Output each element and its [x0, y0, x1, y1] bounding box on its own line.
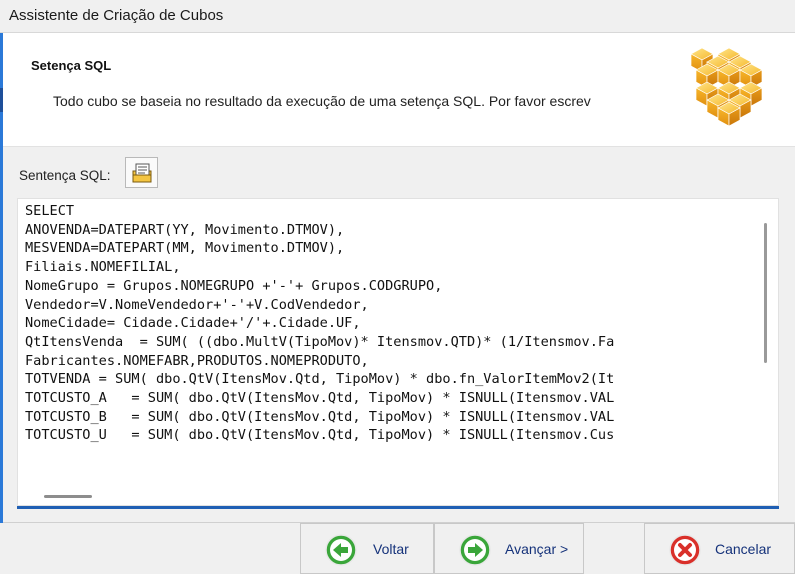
sql-label: Sentença SQL: [19, 168, 111, 183]
cancel-label: Cancelar [715, 541, 772, 557]
code-line: QtItensVenda = SUM( ((dbo.MultV(TipoMov)… [25, 333, 615, 350]
window-title: Assistente de Criação de Cubos [9, 7, 224, 24]
next-button[interactable]: Avançar > [434, 523, 584, 574]
code-line: Vendedor=V.NomeVendedor+'-'+V.CodVendedo… [25, 296, 369, 313]
wizard-header: Setença SQL Todo cubo se baseia no resul… [3, 33, 795, 147]
vertical-scrollbar[interactable] [764, 223, 767, 363]
code-line: MESVENDA=DATEPART(MM, Movimento.DTMOV), [25, 240, 345, 257]
editor-accent-line [17, 506, 779, 509]
code-line: NomeCidade= Cidade.Cidade+'/'+.Cidade.UF… [25, 315, 361, 332]
edit-document-icon [132, 163, 152, 183]
next-label: Avançar > [505, 541, 569, 557]
back-label: Voltar [373, 541, 409, 557]
sql-editor-button[interactable] [125, 157, 158, 188]
arrow-left-icon [325, 534, 357, 566]
code-line: Fabricantes.NOMEFABR,PRODUTOS.NOMEPRODUT… [25, 352, 369, 369]
code-line: TOTCUSTO_U = SUM( dbo.QtV(ItensMov.Qtd, … [25, 427, 615, 444]
step-description: Todo cubo se baseia no resultado da exec… [53, 93, 591, 109]
code-line: Filiais.NOMEFILIAL, [25, 259, 181, 276]
code-line: ANOVENDA=DATEPART(YY, Movimento.DTMOV), [25, 221, 345, 238]
cube-icon [691, 48, 763, 126]
code-line: NomeGrupo = Grupos.NOMEGRUPO +'-'+ Grupo… [25, 277, 443, 294]
back-button[interactable]: Voltar [300, 523, 434, 574]
title-bar[interactable]: Assistente de Criação de Cubos [0, 0, 795, 33]
code-line: TOTCUSTO_A = SUM( dbo.QtV(ItensMov.Qtd, … [25, 390, 615, 407]
code-line: TOTVENDA = SUM( dbo.QtV(ItensMov.Qtd, Ti… [25, 371, 615, 388]
sql-text[interactable]: SELECT ANOVENDA=DATEPART(YY, Movimento.DT… [25, 202, 755, 482]
sql-editor[interactable]: SELECT ANOVENDA=DATEPART(YY, Movimento.DT… [17, 198, 779, 506]
cancel-button[interactable]: Cancelar [644, 523, 795, 574]
horizontal-scrollbar[interactable] [44, 495, 92, 498]
step-title: Setença SQL [31, 58, 112, 73]
code-line: TOTCUSTO_B = SUM( dbo.QtV(ItensMov.Qtd, … [25, 408, 615, 425]
close-icon [669, 534, 701, 566]
code-line: SELECT [25, 203, 75, 219]
arrow-right-icon [459, 534, 491, 566]
